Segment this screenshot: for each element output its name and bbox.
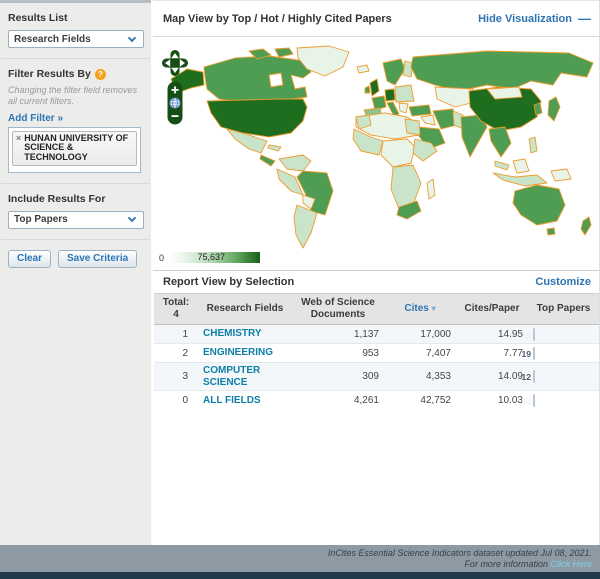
- filter-box[interactable]: × HUNAN UNIVERSITY OF SCIENCE & TECHNOLO…: [8, 127, 141, 173]
- globe-icon: [170, 98, 180, 108]
- footer-dataset-note: InCites Essential Science Indicators dat…: [0, 548, 592, 559]
- map-zoom-control[interactable]: [167, 81, 183, 125]
- top-papers-cell: 19: [528, 344, 599, 363]
- results-list-value: Research Fields: [14, 34, 91, 45]
- filter-note: Changing the filter field removes all cu…: [8, 85, 138, 108]
- clear-button[interactable]: Clear: [8, 250, 51, 268]
- map-panel-header: Map View by Top / Hot / Highly Cited Pap…: [153, 0, 599, 37]
- world-map[interactable]: [157, 45, 595, 253]
- top-papers-bar: 12: [533, 370, 535, 383]
- rank-cell: 1: [154, 325, 198, 344]
- map-legend: 0 75,637: [159, 252, 260, 263]
- cites-cell: 4,353: [384, 363, 456, 391]
- top-papers-cell: 92: [528, 391, 599, 410]
- include-label: Include Results For: [8, 193, 143, 205]
- main-panel: Map View by Top / Hot / Highly Cited Pap…: [153, 0, 600, 545]
- filter-tag[interactable]: × HUNAN UNIVERSITY OF SCIENCE & TECHNOLO…: [12, 131, 137, 167]
- report-table-body: 1 CHEMISTRY 1,137 17,000 14.95 39 2 ENGI…: [154, 325, 599, 410]
- cites-per-paper-cell: 7.77: [456, 344, 528, 363]
- include-value: Top Papers: [14, 214, 68, 225]
- rank-cell: 2: [154, 344, 198, 363]
- minus-icon[interactable]: —: [578, 12, 591, 25]
- map-view-title: Map View by Top / Hot / Highly Cited Pap…: [163, 13, 392, 25]
- map-controls: [162, 50, 188, 125]
- cites-cell: 42,752: [384, 391, 456, 410]
- footer-more-info: For more information Click Here: [0, 559, 592, 570]
- research-field-link[interactable]: ENGINEERING: [203, 347, 273, 359]
- help-icon[interactable]: ?: [95, 69, 106, 80]
- wos-docs-cell: 309: [292, 363, 384, 391]
- research-field-link[interactable]: COMPUTER SCIENCE: [203, 365, 287, 388]
- col-cites-sort[interactable]: Cites ▾: [384, 294, 456, 325]
- cites-cell: 7,407: [384, 344, 456, 363]
- table-header-row: Total:4 Research Fields Web of Science D…: [154, 294, 599, 325]
- wos-docs-cell: 4,261: [292, 391, 384, 410]
- research-field-link[interactable]: ALL FIELDS: [203, 395, 261, 407]
- col-total: Total:4: [154, 294, 198, 325]
- rank-cell: 0: [154, 391, 198, 410]
- col-research-fields: Research Fields: [198, 294, 292, 325]
- chevron-down-icon: [128, 214, 136, 222]
- include-section: Include Results For Top Papers: [0, 184, 151, 239]
- filter-section: Filter Results By ? Changing the filter …: [0, 59, 151, 183]
- include-select[interactable]: Top Papers: [8, 211, 144, 229]
- top-papers-bar: 92: [533, 394, 535, 407]
- chevron-down-icon: [128, 33, 136, 41]
- click-here-link[interactable]: Click Here: [550, 559, 592, 569]
- col-wos-documents: Web of Science Documents: [292, 294, 384, 325]
- hide-visualization-link[interactable]: Hide Visualization: [478, 13, 572, 25]
- customize-link[interactable]: Customize: [535, 276, 591, 288]
- cites-per-paper-cell: 14.95: [456, 325, 528, 344]
- footer: InCites Essential Science Indicators dat…: [0, 545, 600, 572]
- table-row: 2 ENGINEERING 953 7,407 7.77 19: [154, 344, 599, 363]
- col-top-papers: Top Papers: [528, 294, 599, 325]
- top-papers-cell: 12: [528, 363, 599, 391]
- col-cites-per-paper: Cites/Paper: [456, 294, 528, 325]
- legend-min-label: 0: [159, 253, 164, 263]
- table-row: 3 COMPUTER SCIENCE 309 4,353 14.09 12: [154, 363, 599, 391]
- top-papers-bar: 39: [533, 328, 535, 341]
- footer-bottom-bar: [0, 572, 600, 579]
- sort-arrow-icon: ▾: [432, 304, 436, 313]
- wos-docs-cell: 1,137: [292, 325, 384, 344]
- table-row: 0 ALL FIELDS 4,261 42,752 10.03 92: [154, 391, 599, 410]
- filter-tag-label: HUNAN UNIVERSITY OF SCIENCE & TECHNOLOGY: [24, 134, 133, 164]
- results-list-section: Results List Research Fields: [0, 3, 151, 58]
- legend-max-label: 75,637: [197, 252, 225, 263]
- legend-gradient: 75,637: [168, 252, 260, 263]
- report-view-title: Report View by Selection: [163, 276, 294, 288]
- top-papers-bar: 19: [533, 347, 535, 360]
- add-filter-link[interactable]: Add Filter »: [8, 113, 63, 124]
- remove-filter-icon[interactable]: ×: [16, 134, 21, 144]
- filter-by-label: Filter Results By: [8, 68, 91, 80]
- cites-per-paper-cell: 10.03: [456, 391, 528, 410]
- cites-cell: 17,000: [384, 325, 456, 344]
- cites-per-paper-cell: 14.09: [456, 363, 528, 391]
- zoom-out-icon: [172, 115, 179, 117]
- sidebar: Results List Research Fields Filter Resu…: [0, 3, 151, 545]
- sidebar-buttons: Clear Save Criteria: [0, 240, 151, 278]
- report-header: Report View by Selection Customize: [153, 270, 599, 293]
- table-row: 1 CHEMISTRY 1,137 17,000 14.95 39: [154, 325, 599, 344]
- map-pan-control[interactable]: [162, 50, 188, 76]
- results-list-select[interactable]: Research Fields: [8, 30, 144, 48]
- rank-cell: 3: [154, 363, 198, 391]
- top-papers-cell: 39: [528, 325, 599, 344]
- map-visualization: 0 75,637: [153, 37, 599, 270]
- research-field-link[interactable]: CHEMISTRY: [203, 328, 262, 340]
- report-table: Total:4 Research Fields Web of Science D…: [154, 293, 599, 410]
- wos-docs-cell: 953: [292, 344, 384, 363]
- results-list-label: Results List: [8, 12, 143, 24]
- save-criteria-button[interactable]: Save Criteria: [58, 250, 137, 268]
- map-countries[interactable]: [171, 46, 593, 248]
